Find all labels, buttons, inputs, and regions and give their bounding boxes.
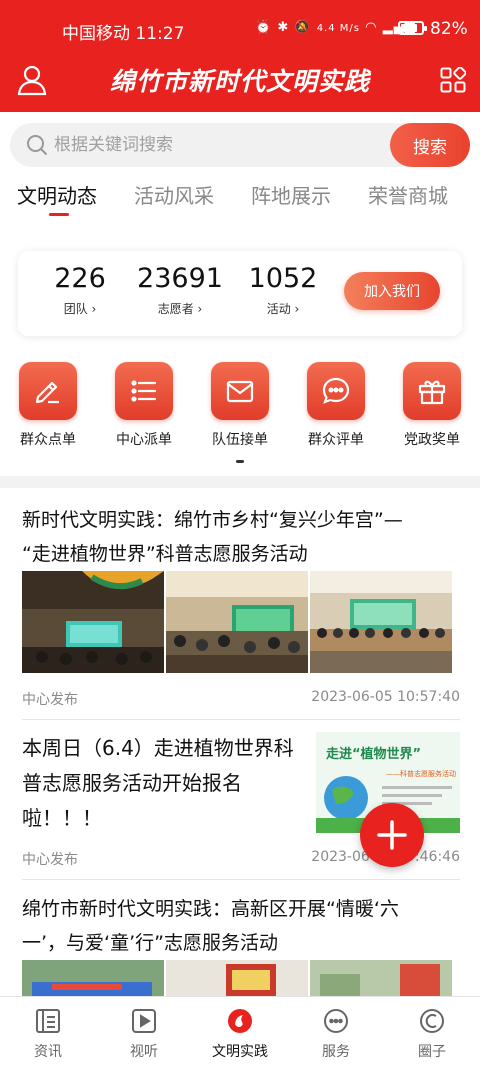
news-title-line: 本周日（6.4）走进植物世界科 (22, 736, 294, 760)
news-item-title[interactable]: 绵竹市新时代文明实践：高新区开展“情暖‘六 一’，与爱‘童’行”志愿服务活动 (22, 892, 399, 960)
service-chat-icon (322, 1007, 350, 1035)
nav-circle[interactable]: 圈子 (384, 1007, 480, 1061)
news-source: 中心发布 (22, 692, 78, 708)
nfc-icon: ✱ (277, 20, 290, 35)
news-icon (34, 1007, 62, 1035)
poster-subheading: ——科普志愿服务活动 (386, 769, 456, 778)
apps-grid-icon[interactable] (440, 66, 467, 93)
news-title-line: 新时代文明实践：绵竹市乡村“复兴少年宫”— (22, 509, 403, 531)
quick-action-team-accept[interactable]: 队伍接单 (192, 362, 288, 449)
search-button[interactable]: 搜索 (390, 123, 470, 167)
stat-value: 226 (54, 263, 106, 294)
play-icon (130, 1007, 158, 1035)
search-bar: 搜索 (10, 123, 470, 167)
quick-action-public-order[interactable]: 群众点单 (0, 362, 96, 449)
envelope-icon (211, 362, 269, 420)
news-thumbnail (22, 571, 164, 673)
stat-value: 1052 (248, 263, 318, 294)
quick-action-party-reward[interactable]: 党政奖单 (384, 362, 480, 449)
news-title-line: 啦！！！ (22, 806, 102, 830)
nav-label: 圈子 (418, 1044, 446, 1060)
nav-label: 视听 (130, 1044, 158, 1060)
news-thumbnail (22, 960, 164, 996)
app-header: 中国移动 11:27 ⏰ ✱ 🔕 4.4 M/s ◠ ▂▄▆ 82% 绵竹市新时… (0, 0, 480, 112)
news-thumbnail (166, 571, 308, 673)
nav-label: 服务 (322, 1044, 350, 1060)
battery-icon (398, 21, 427, 35)
quick-action-label: 群众点单 (20, 432, 76, 448)
search-icon (26, 134, 48, 156)
quick-action-label: 党政奖单 (404, 432, 460, 448)
tab-venue-showcase[interactable]: 阵地展示 (251, 180, 331, 209)
news-thumbnail (166, 960, 308, 996)
news-thumbnail (310, 571, 452, 673)
nav-civilization-practice[interactable]: 文明实践 (192, 1007, 288, 1061)
network-speed: 4.4 M/s (316, 23, 360, 34)
list-icon (115, 362, 173, 420)
news-separator (22, 719, 460, 720)
quick-action-public-review[interactable]: 群众评单 (288, 362, 384, 449)
tab-activity-highlights[interactable]: 活动风采 (134, 180, 214, 209)
quick-action-label: 中心派单 (116, 432, 172, 448)
news-meta: 中心发布 2023-06-05 10:57:40 (22, 689, 460, 709)
quick-actions: 群众点单 中心派单 队伍接单 群众评单 党政奖单 (0, 362, 480, 452)
news-title-line: 普志愿服务活动开始报名 (22, 771, 242, 795)
pencil-icon (19, 362, 77, 420)
stats-card: 226 团队 › 23691 志愿者 › 1052 活动 › 加入我们 (18, 251, 462, 336)
battery-percent: 82% (430, 19, 468, 39)
circle-icon (418, 1007, 446, 1035)
active-tab-indicator (49, 213, 69, 216)
wifi-icon: ◠ (365, 20, 378, 35)
news-title-line: 绵竹市新时代文明实践：高新区开展“情暖‘六 (22, 898, 399, 920)
stat-label: 活动 › (266, 302, 300, 316)
stat-volunteers[interactable]: 23691 志愿者 › (130, 263, 230, 317)
search-input[interactable] (54, 123, 384, 167)
chat-bubble-icon (307, 362, 365, 420)
news-thumbnail (310, 960, 452, 996)
news-title-line: “走进植物世界”科普志愿服务活动 (22, 543, 308, 565)
news-item-title[interactable]: 新时代文明实践：绵竹市乡村“复兴少年宫”— “走进植物世界”科普志愿服务活动 (22, 503, 403, 571)
plus-icon (377, 820, 407, 850)
news-title-line: 一’，与爱‘童’行”志愿服务活动 (22, 932, 278, 954)
poster-heading: 走进“植物世界” (326, 746, 421, 762)
carrier-time: 中国移动 11:27 (62, 24, 185, 44)
alarm-icon: ⏰ (255, 20, 273, 35)
tab-civilization-news[interactable]: 文明动态 (17, 180, 97, 209)
mute-icon: 🔕 (294, 20, 312, 35)
section-divider (0, 476, 480, 488)
bottom-navigation: 资讯 视听 文明实践 服务 圈子 (0, 996, 480, 1066)
civilization-logo-icon (226, 1007, 254, 1035)
quick-action-label: 队伍接单 (212, 432, 268, 448)
stat-label: 志愿者 › (157, 302, 203, 316)
stat-label: 团队 › (63, 302, 97, 316)
stat-value: 23691 (137, 263, 223, 294)
news-source: 中心发布 (22, 852, 78, 868)
add-floating-button[interactable] (360, 803, 424, 867)
nav-news[interactable]: 资讯 (0, 1007, 96, 1061)
news-image-gallery[interactable] (22, 960, 452, 996)
status-bar: 中国移动 11:27 ⏰ ✱ 🔕 4.4 M/s ◠ ▂▄▆ 82% (0, 0, 480, 58)
nav-label: 文明实践 (212, 1044, 268, 1060)
quick-action-label: 群众评单 (308, 432, 364, 448)
nav-label: 资讯 (34, 1044, 62, 1060)
stat-activities[interactable]: 1052 活动 › (233, 263, 333, 317)
news-item-title[interactable]: 本周日（6.4）走进植物世界科 普志愿服务活动开始报名 啦！！！ (22, 731, 307, 836)
news-time: 2023-06-05 10:57:40 (311, 689, 460, 705)
nav-media[interactable]: 视听 (96, 1007, 192, 1061)
nav-service[interactable]: 服务 (288, 1007, 384, 1061)
status-icons: ⏰ ✱ 🔕 4.4 M/s ◠ ▂▄▆ (255, 20, 416, 35)
tab-honor-mall[interactable]: 荣誉商城 (368, 180, 448, 209)
news-image-gallery[interactable] (22, 571, 452, 673)
gift-icon (403, 362, 461, 420)
quick-action-center-dispatch[interactable]: 中心派单 (96, 362, 192, 449)
page-indicator (236, 460, 244, 463)
news-separator (22, 879, 460, 880)
stat-teams[interactable]: 226 团队 › (30, 263, 130, 317)
app-title: 绵竹市新时代文明实践 (109, 67, 370, 96)
join-us-button[interactable]: 加入我们 (344, 272, 440, 310)
category-tabs: 文明动态 活动风采 阵地展示 荣誉商城 (0, 180, 480, 220)
